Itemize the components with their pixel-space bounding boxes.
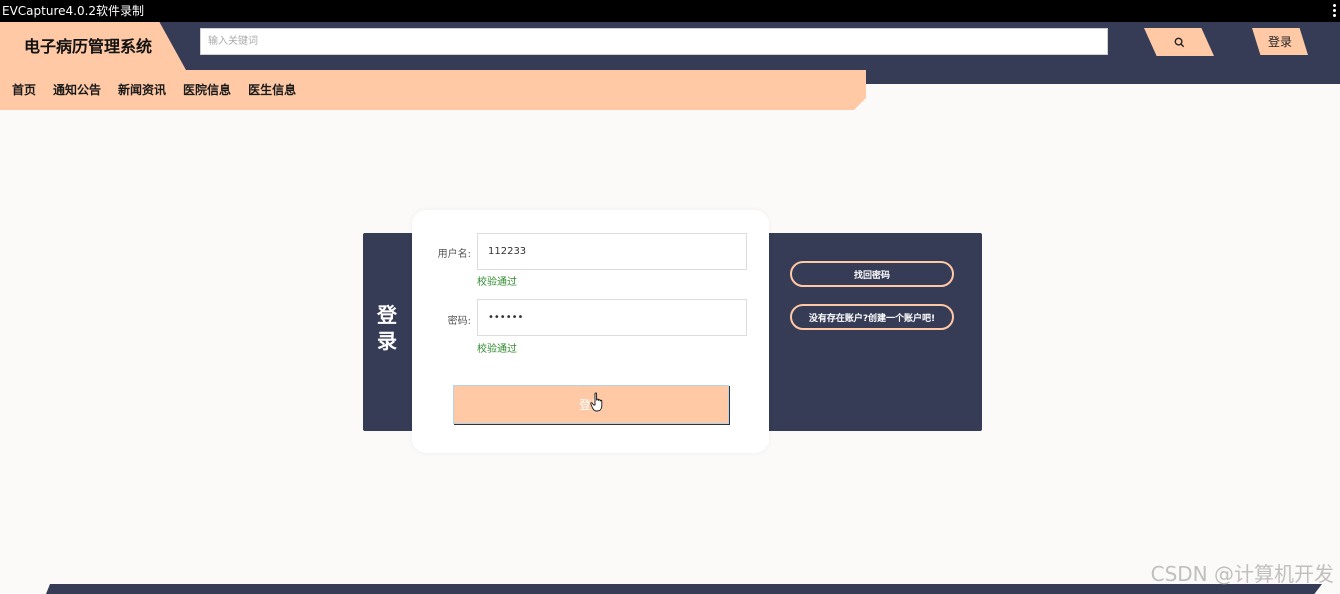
site-title: 电子病历管理系统	[24, 37, 153, 56]
csdn-watermark: CSDN @计算机开发	[1150, 562, 1334, 586]
recorder-title: EVCapture4.0.2软件录制	[2, 4, 145, 18]
nav-item-hospital[interactable]: 医院信息	[183, 81, 231, 98]
more-icon	[1333, 4, 1336, 18]
username-valid-message: 校验通过	[477, 277, 517, 288]
header-login-button[interactable]: 登录	[1252, 28, 1308, 55]
recorder-title-bar: EVCapture4.0.2软件录制	[0, 0, 1340, 22]
password-valid-message: 校验通过	[477, 344, 517, 355]
hand-cursor-icon	[590, 392, 603, 412]
password-label: 密码:	[447, 316, 471, 327]
nav-item-news[interactable]: 新闻资讯	[118, 81, 166, 98]
nav-item-notices[interactable]: 通知公告	[53, 81, 101, 98]
password-input[interactable]	[477, 299, 747, 336]
nav-item-doctors[interactable]: 医生信息	[248, 81, 296, 98]
nav-item-home[interactable]: 首页	[12, 81, 36, 98]
username-label: 用户名:	[437, 249, 471, 260]
login-panel-title: 登录	[377, 303, 397, 353]
forgot-password-button[interactable]: 找回密码	[790, 261, 954, 287]
search-icon	[1174, 37, 1184, 47]
username-input[interactable]	[477, 233, 747, 270]
search-input[interactable]	[200, 28, 1108, 55]
register-button[interactable]: 没有存在账户?创建一个账户吧!	[790, 304, 954, 330]
main-nav: 首页 通知公告 新闻资讯 医院信息 医生信息	[12, 81, 296, 98]
footer-band	[46, 584, 1322, 594]
